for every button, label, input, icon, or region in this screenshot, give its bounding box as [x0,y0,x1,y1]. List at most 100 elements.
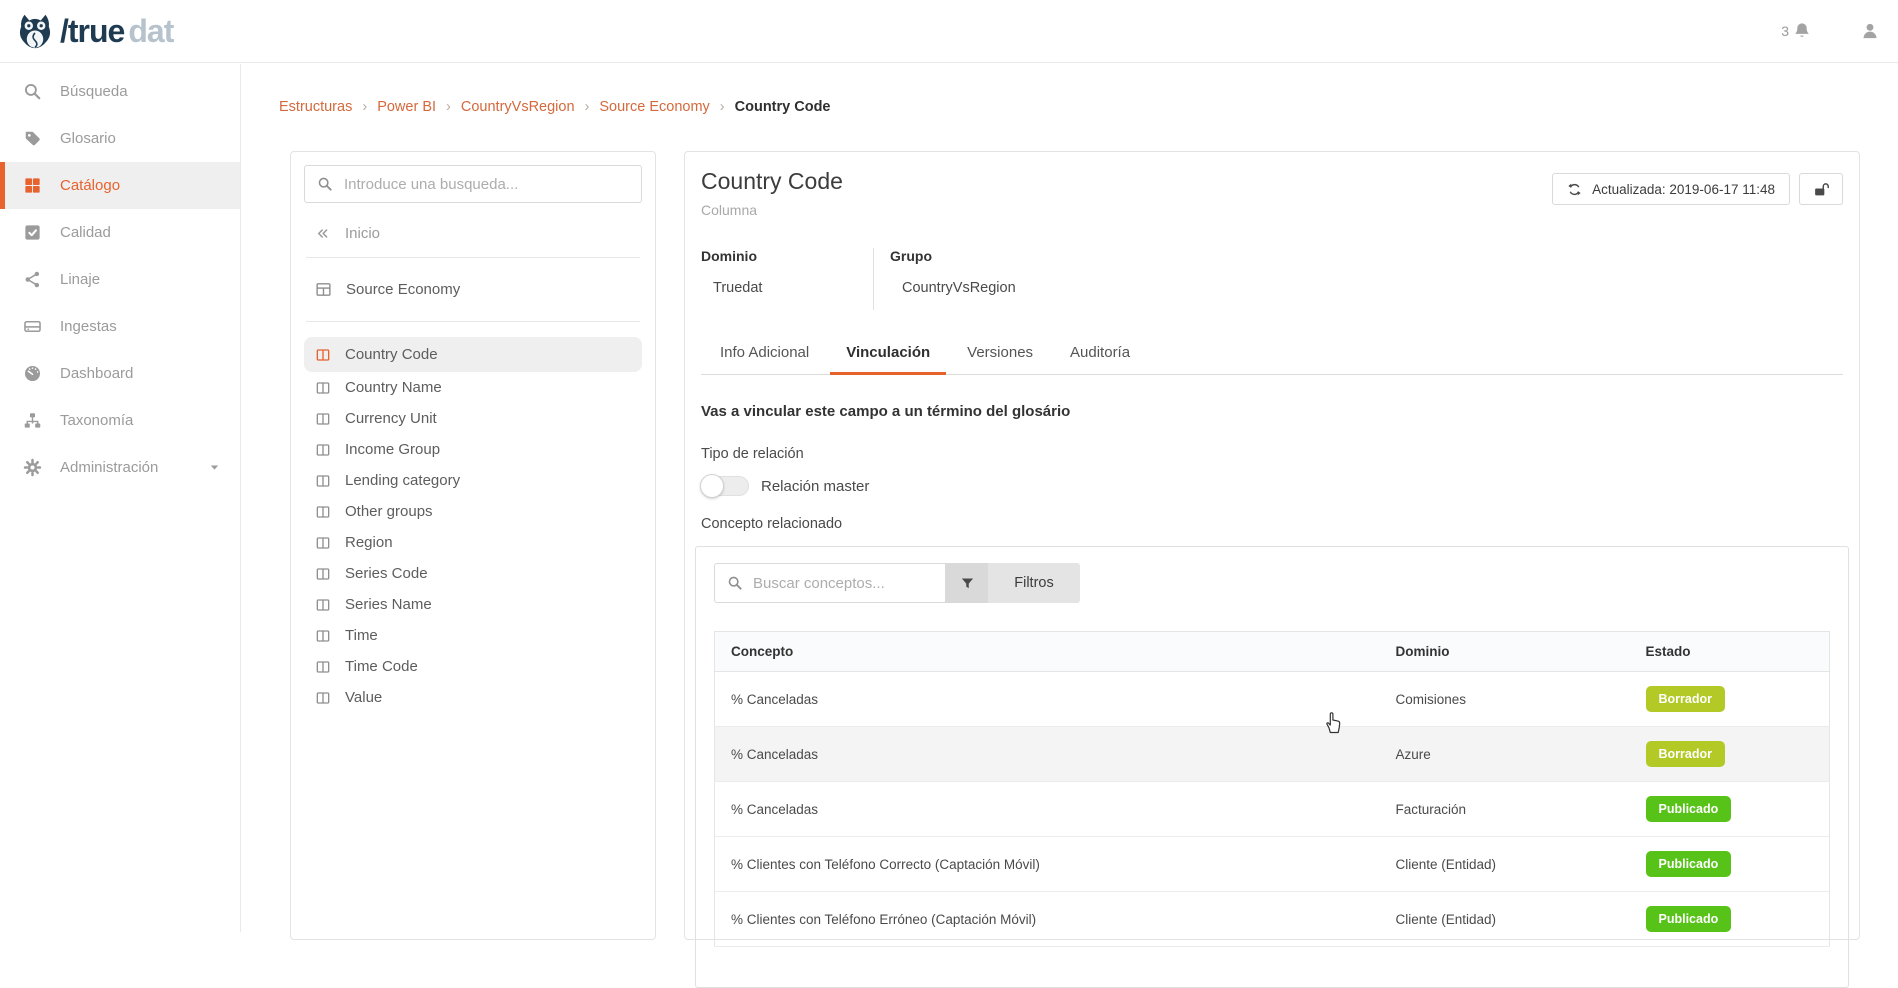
column-item-label: Lending category [345,472,460,489]
concept-link-panel: Filtros ConceptoDominioEstado % Cancelad… [695,546,1849,988]
user-icon[interactable] [1860,21,1880,41]
column-item-label: Time [345,627,378,644]
main-content: Estructuras › Power BI › CountryVsRegion › Sou… [242,63,1898,932]
brand-text-primary: /true [60,13,124,50]
tab-versiones[interactable]: Versiones [967,344,1033,374]
refresh-icon [1567,182,1582,197]
concept-search-cluster: Filtros [714,563,1830,603]
domain-cell: Cliente (Entidad) [1380,892,1630,947]
column-item-label: Region [345,534,393,551]
lock-button[interactable] [1799,173,1843,205]
column-item-income-group[interactable]: Income Group [304,434,642,465]
top-header: /truedat 3 [0,0,1898,63]
column-header-estado: Estado [1630,632,1830,672]
tab-vinculacion[interactable]: Vinculación [846,344,930,374]
divider [306,257,640,258]
sidebar-item-busqueda[interactable]: Búsqueda [0,68,240,115]
concept-cell: % Canceladas [715,672,1380,727]
concept-search-input[interactable] [753,575,952,592]
breadcrumb-link-estructuras[interactable]: Estructuras [279,99,352,115]
mouse-cursor [1322,708,1344,734]
structure-search-box[interactable] [304,165,642,203]
breadcrumb-link-countryvsregion[interactable]: CountryVsRegion [461,99,575,115]
breadcrumb: Estructuras › Power BI › CountryVsRegion › Sou… [279,99,831,115]
concept-cell: % Clientes con Teléfono Erróneo (Captaci… [715,892,1380,947]
tag-icon [23,129,42,148]
relation-master-toggle[interactable] [701,476,749,496]
sidebar-item-dashboard[interactable]: Dashboard [0,350,240,397]
updated-button[interactable]: Actualizada: 2019-06-17 11:48 [1552,173,1790,205]
columns-icon [315,473,331,489]
concept-search-box[interactable] [714,563,946,603]
breadcrumb-link-source-economy[interactable]: Source Economy [599,99,709,115]
tab-bar: Info Adicional Vinculación Versiones Audito… [701,344,1843,375]
column-item-lending-category[interactable]: Lending category [304,465,642,496]
table-row[interactable]: % CanceladasAzureBorrador [715,727,1830,782]
relation-toggle-label: Relación master [761,478,869,495]
sidebar-item-label: Catálogo [60,177,120,194]
search-icon [317,176,333,192]
column-item-label: Country Code [345,346,438,363]
truedat-logo[interactable]: /truedat [14,10,173,52]
domain-block: Dominio Truedat [701,248,873,310]
status-badge: Publicado [1646,851,1732,877]
column-item-country-name[interactable]: Country Name [304,372,642,403]
table-row[interactable]: % CanceladasComisionesBorrador [715,672,1830,727]
sidebar-item-calidad[interactable]: Calidad [0,209,240,256]
divider [306,321,640,322]
breadcrumb-separator: › [362,99,367,115]
structure-search-input[interactable] [344,176,629,193]
concept-cell: % Canceladas [715,727,1380,782]
tab-auditoria[interactable]: Auditoría [1070,344,1130,374]
domain-value: Truedat [713,280,873,296]
column-item-series-code[interactable]: Series Code [304,558,642,589]
sidebar-item-taxonomia[interactable]: Taxonomía [0,397,240,444]
column-item-value[interactable]: Value [304,682,642,713]
column-item-currency-unit[interactable]: Currency Unit [304,403,642,434]
tab-info-adicional[interactable]: Info Adicional [720,344,809,374]
columns-icon [315,566,331,582]
related-concept-label: Concepto relacionado [701,516,1843,532]
columns-icon [315,628,331,644]
column-item-region[interactable]: Region [304,527,642,558]
notification-count: 3 [1781,23,1789,39]
column-item-time-code[interactable]: Time Code [304,651,642,682]
group-value: CountryVsRegion [902,280,1016,296]
columns-icon [315,442,331,458]
sidebar-item-label: Glosario [60,130,116,147]
filter-icon-button[interactable] [946,563,988,603]
search-icon [23,82,42,101]
column-item-series-name[interactable]: Series Name [304,589,642,620]
table-row[interactable]: % Clientes con Teléfono Correcto (Captac… [715,837,1830,892]
breadcrumb-current: Country Code [735,99,831,115]
grid-icon [23,176,42,195]
sidebar-item-glosario[interactable]: Glosario [0,115,240,162]
gear-icon [23,458,42,477]
sidebar-item-ingestas[interactable]: Ingestas [0,303,240,350]
concept-cell: % Clientes con Teléfono Correcto (Captac… [715,837,1380,892]
table-row[interactable]: % Clientes con Teléfono Erróneo (Captaci… [715,892,1830,947]
search-icon [727,575,743,591]
toggle-knob [700,474,724,498]
status-cell: Borrador [1630,727,1830,782]
sidebar-item-label: Búsqueda [60,83,128,100]
column-item-other-groups[interactable]: Other groups [304,496,642,527]
columns-icon [315,504,331,520]
breadcrumb-link-power-bi[interactable]: Power BI [377,99,436,115]
back-to-home-link[interactable]: Inicio [315,225,642,242]
table-body: % CanceladasComisionesBorrador% Cancelad… [715,672,1830,947]
notifications-button[interactable]: 3 [1781,21,1812,41]
filters-button[interactable]: Filtros [988,563,1080,603]
column-item-time[interactable]: Time [304,620,642,651]
sidebar-item-linaje[interactable]: Linaje [0,256,240,303]
sidebar-item-administracion[interactable]: Administración [0,444,240,491]
sidebar-item-catalogo[interactable]: Catálogo [0,162,240,209]
domain-cell: Facturación [1380,782,1630,837]
bell-icon [1792,21,1812,41]
column-item-label: Currency Unit [345,410,437,427]
breadcrumb-separator: › [720,99,725,115]
table-row[interactable]: % CanceladasFacturaciónPublicado [715,782,1830,837]
breadcrumb-separator: › [446,99,451,115]
parent-structure-item[interactable]: Source Economy [304,273,642,306]
column-item-country-code[interactable]: Country Code [304,337,642,372]
